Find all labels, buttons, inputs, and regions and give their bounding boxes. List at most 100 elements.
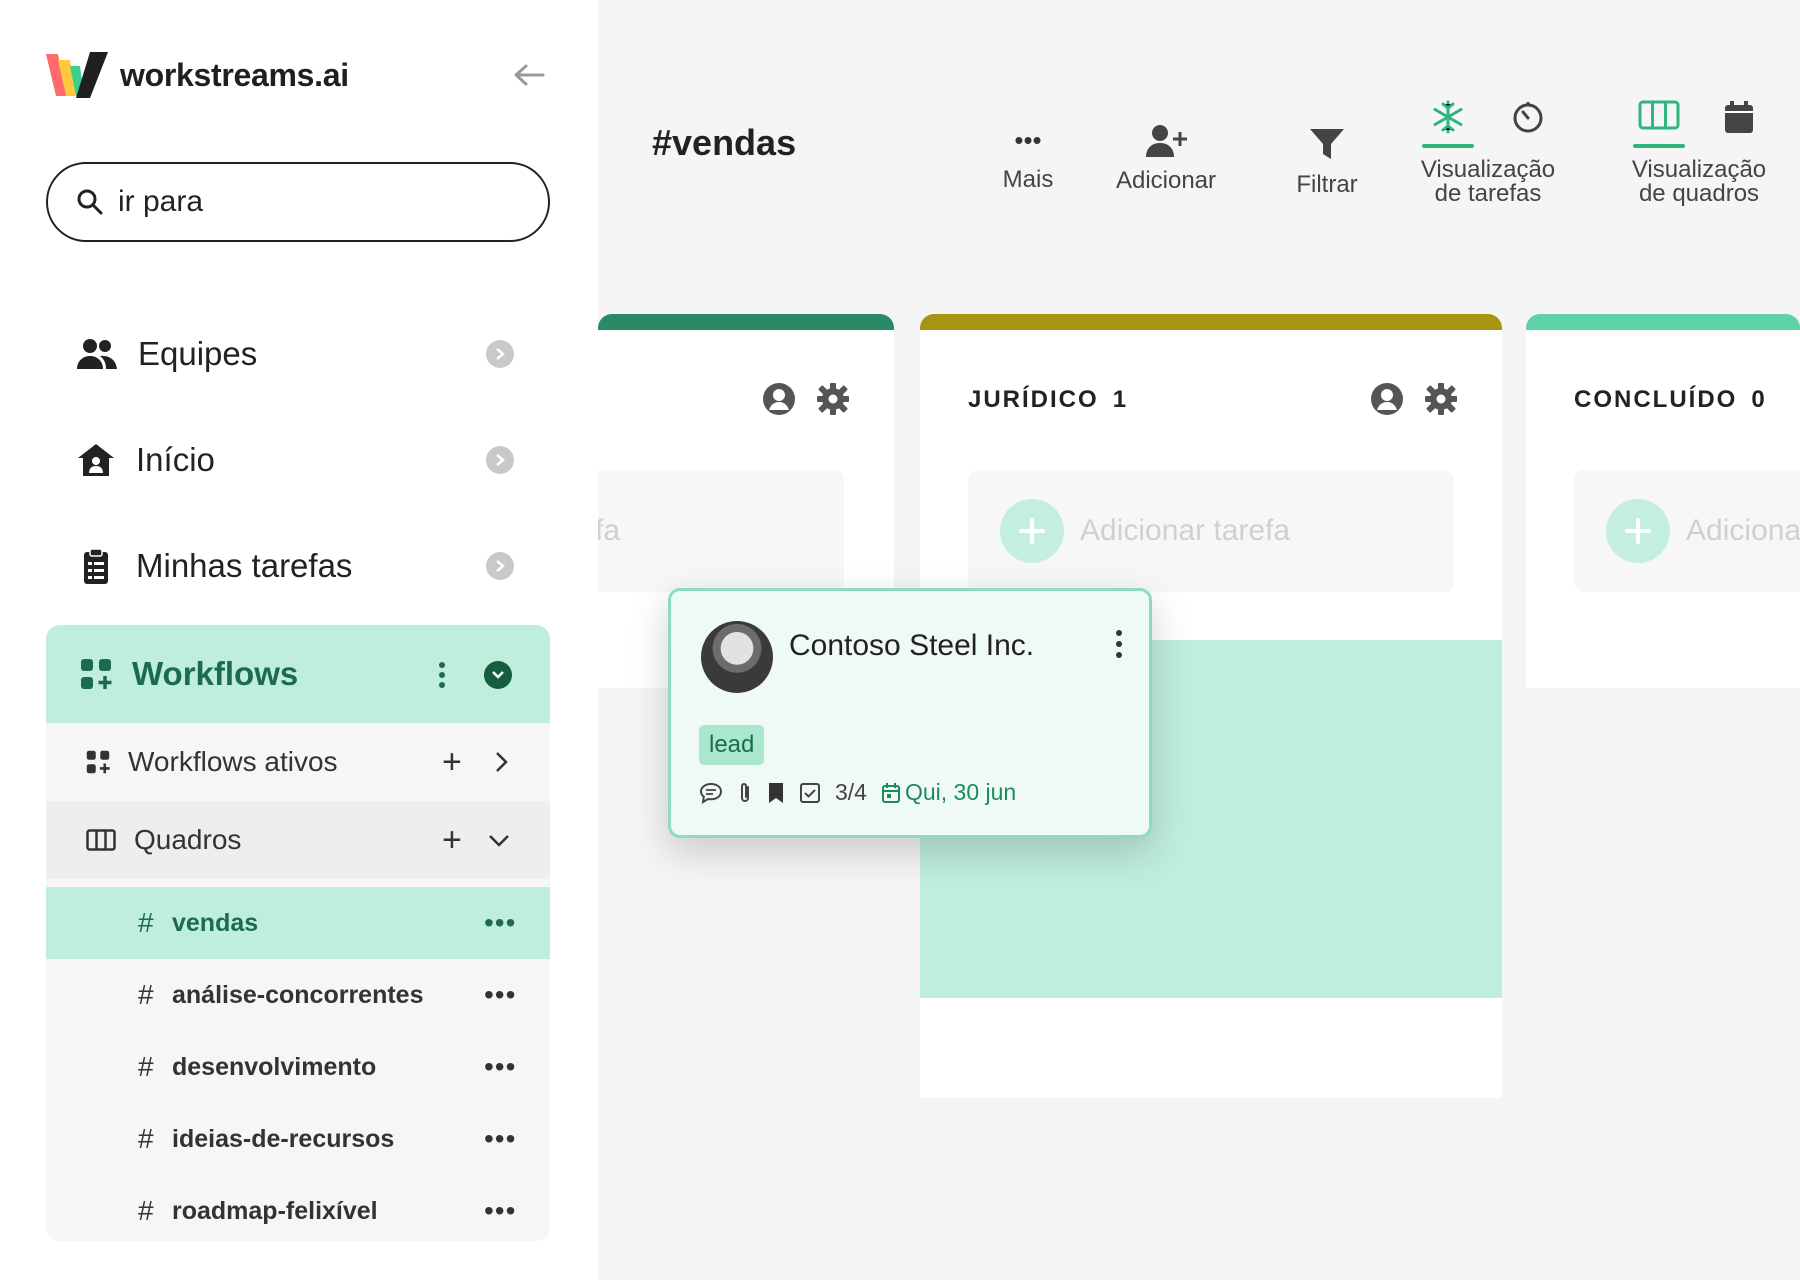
task-view-label-1: Visualização: [1420, 156, 1556, 183]
page-title: #vendas: [652, 122, 797, 163]
board-columns-icon: [86, 829, 116, 851]
more-options-icon[interactable]: •••: [484, 1125, 516, 1153]
checkbox-icon: [800, 782, 820, 803]
filter-label: Filtrar: [1296, 171, 1358, 198]
task-view-timer-button[interactable]: [1502, 100, 1554, 148]
workflows-section: Workflows Workflows ativos + Quadros + #…: [46, 625, 550, 1241]
logo[interactable]: workstreams.ai: [46, 50, 349, 100]
add-label: Adicionar: [1115, 167, 1217, 194]
logo-mark-icon: [46, 52, 108, 98]
sidebar-item-minhas-tarefas[interactable]: Minhas tarefas: [46, 524, 550, 608]
column-name: JURÍDICO: [968, 386, 1099, 413]
users-icon: [77, 339, 117, 369]
hash-icon: #: [138, 1123, 154, 1154]
add-user-icon: [1146, 125, 1187, 157]
chevron-right-icon[interactable]: [486, 446, 514, 474]
paperclip-icon: [741, 782, 749, 802]
sidebar-item-label: Minhas tarefas: [136, 547, 353, 584]
more-options-icon[interactable]: •••: [484, 1053, 516, 1081]
task-view-snowflake-button[interactable]: [1422, 100, 1474, 148]
kebab-menu-icon[interactable]: [438, 661, 446, 689]
plus-circle-icon: [1000, 499, 1064, 563]
task-card[interactable]: Contoso Steel Inc. lead 3/4 Qui, 30 jun: [668, 588, 1152, 838]
more-button[interactable]: ••• Mais: [984, 127, 1072, 193]
user-circle-icon[interactable]: [1370, 382, 1404, 416]
task-tag[interactable]: lead: [699, 725, 765, 765]
gear-icon[interactable]: [816, 382, 850, 416]
board-item-label: ideias-de-recursos: [172, 1124, 395, 1153]
calendar-icon: [1725, 101, 1753, 133]
brand-name: workstreams.ai: [120, 56, 349, 93]
workflows-icon: [81, 659, 112, 689]
column-color-bar: [1526, 314, 1800, 330]
more-options-icon[interactable]: •••: [484, 1197, 516, 1225]
chevron-down-icon[interactable]: [488, 833, 510, 847]
sidebar-item-workflows[interactable]: Workflows: [46, 625, 550, 723]
bookmark-icon: [769, 782, 783, 803]
column-title: CONCLUÍDO 0: [1574, 386, 1767, 414]
hash-icon: #: [138, 979, 154, 1010]
column-actions: [762, 382, 850, 416]
add-task-label: Adicionar tarefa: [1686, 514, 1800, 547]
clipboard-icon: [84, 548, 108, 584]
add-task-button[interactable]: Adicionar tarefa: [1574, 470, 1800, 592]
chevron-right-icon[interactable]: [486, 340, 514, 368]
add-task-button[interactable]: Adicionar tarefa: [968, 470, 1454, 592]
column-actions: [1370, 382, 1458, 416]
add-task-label: Adicionar tarefa: [1080, 514, 1291, 547]
comment-icon: [699, 782, 723, 804]
task-card-meta: 3/4 Qui, 30 jun: [699, 779, 1016, 806]
sidebar-item-equipes[interactable]: Equipes: [46, 312, 550, 396]
chevron-right-icon[interactable]: [486, 552, 514, 580]
board-item-ideias-de-recursos[interactable]: # ideias-de-recursos •••: [46, 1103, 550, 1175]
board-view-calendar-button[interactable]: [1713, 100, 1765, 148]
column-color-bar: [598, 314, 894, 330]
hash-icon: #: [138, 1195, 154, 1226]
board-item-vendas[interactable]: # vendas •••: [46, 887, 550, 959]
more-label: Mais: [1002, 166, 1054, 193]
column-count: 1: [1112, 386, 1129, 413]
add-board-button[interactable]: +: [442, 823, 462, 857]
column-name: CONCLUÍDO: [1574, 386, 1738, 413]
add-task-label: Adicionar tarefa: [598, 514, 621, 547]
collapse-sidebar-button[interactable]: [510, 56, 548, 94]
board-view-toggle: Visualização de quadros: [1626, 100, 1772, 206]
column-title: JURÍDICO 1: [968, 386, 1128, 414]
due-date-label: Qui, 30 jun: [904, 779, 1017, 805]
search-box[interactable]: [46, 162, 550, 242]
kebab-menu-icon[interactable]: [1115, 629, 1123, 659]
sidebar-item-label: Início: [136, 441, 215, 478]
more-options-icon[interactable]: •••: [484, 909, 516, 937]
workflows-ativos-label: Workflows ativos: [128, 746, 338, 777]
quadros-row[interactable]: Quadros +: [46, 801, 550, 879]
filter-button[interactable]: Filtrar: [1280, 128, 1374, 197]
board-view-columns-button[interactable]: [1633, 100, 1685, 148]
sidebar-item-label: Workflows: [132, 655, 299, 692]
task-card-title: Contoso Steel Inc.: [789, 629, 1035, 662]
board-item-desenvolvimento[interactable]: # desenvolvimento •••: [46, 1031, 550, 1103]
board-item-roadmap[interactable]: # roadmap-felixível •••: [46, 1175, 550, 1241]
user-circle-icon[interactable]: [762, 382, 796, 416]
filter-icon: [1310, 129, 1344, 159]
board-item-analise-concorrentes[interactable]: # análise-concorrentes •••: [46, 959, 550, 1031]
task-view-label-2: de tarefas: [1434, 180, 1542, 207]
avatar: [701, 621, 773, 693]
add-button[interactable]: Adicionar: [1106, 125, 1226, 194]
hash-icon: #: [138, 907, 154, 938]
more-options-icon[interactable]: •••: [484, 981, 516, 1009]
chevron-down-icon[interactable]: [484, 661, 512, 689]
board-columns-icon: [1638, 100, 1680, 130]
home-icon: [78, 444, 114, 476]
search-icon: [77, 189, 103, 215]
chevron-right-icon[interactable]: [494, 751, 508, 773]
gear-icon[interactable]: [1424, 382, 1458, 416]
checklist-progress: 3/4: [835, 779, 867, 805]
board-column-concluido: CONCLUÍDO 0 Adicionar tarefa: [1526, 314, 1800, 688]
sidebar-item-inicio[interactable]: Início: [46, 418, 550, 502]
add-workflow-button[interactable]: +: [442, 745, 462, 779]
due-date: Qui, 30 jun: [881, 779, 1016, 806]
add-task-button[interactable]: Adicionar tarefa: [598, 470, 844, 592]
search-input[interactable]: [118, 185, 498, 219]
hash-icon: #: [138, 1051, 154, 1082]
workflows-ativos-row[interactable]: Workflows ativos +: [46, 723, 550, 801]
